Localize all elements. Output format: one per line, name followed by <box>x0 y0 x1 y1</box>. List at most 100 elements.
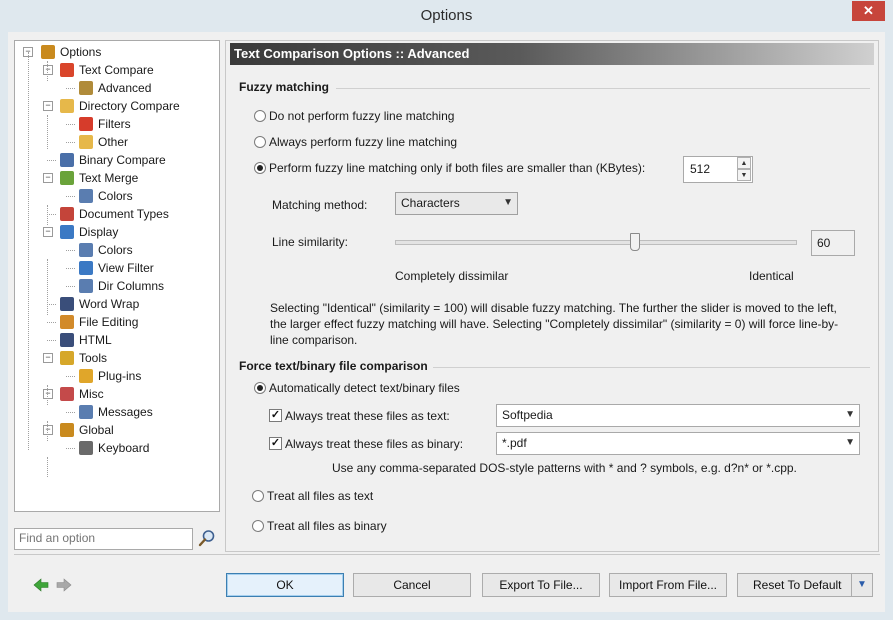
matching-method-select[interactable]: Characters ▼ <box>395 192 518 215</box>
close-button[interactable]: ✕ <box>852 1 885 21</box>
tree-item-html[interactable]: HTML <box>15 331 215 349</box>
grid-icon <box>79 189 93 203</box>
size-kb-spinner[interactable]: 512 ▲ ▼ <box>683 156 753 183</box>
title-bar[interactable]: Options ✕ <box>0 0 893 32</box>
radio-fuzzy-if-smaller[interactable] <box>254 162 266 174</box>
tree-item-text-merge[interactable]: − Text Merge <box>15 169 215 187</box>
expander-icon[interactable]: − <box>43 101 53 111</box>
tree-item-directory-compare[interactable]: − Directory Compare <box>15 97 215 115</box>
tree-item-label: Directory Compare <box>79 99 180 113</box>
radio-auto-detect-label: Automatically detect text/binary files <box>269 381 460 395</box>
word-wrap-icon <box>60 297 74 311</box>
radio-auto-detect[interactable] <box>254 382 266 394</box>
similarity-slider-thumb[interactable] <box>630 233 640 251</box>
tree-item-document-types[interactable]: Document Types <box>15 205 215 223</box>
tree-connector <box>47 340 56 341</box>
expander-icon[interactable]: − <box>43 389 53 399</box>
tree-connector <box>28 52 29 450</box>
matching-method-value: Characters <box>401 196 460 210</box>
cancel-button[interactable]: Cancel <box>353 573 471 597</box>
reset-button[interactable]: Reset To Default ▼ <box>737 573 873 597</box>
spin-up-button[interactable]: ▲ <box>737 157 751 169</box>
folder-edit-icon <box>79 135 93 149</box>
back-arrow-icon[interactable] <box>33 577 49 593</box>
columns-icon <box>79 279 93 293</box>
patterns-hint: Use any comma-separated DOS-style patter… <box>332 461 797 475</box>
tree-connector <box>47 457 48 477</box>
tree-item-misc[interactable]: − Misc <box>15 385 215 403</box>
spin-down-button[interactable]: ▼ <box>737 169 751 181</box>
chevron-down-icon[interactable]: ▼ <box>845 405 855 425</box>
tree-item-label: Messages <box>98 405 153 419</box>
import-button[interactable]: Import From File... <box>609 573 727 597</box>
tree-item-other[interactable]: Other <box>15 133 215 151</box>
tree-item-label: HTML <box>79 333 112 347</box>
tree-item-binary-compare[interactable]: Binary Compare <box>15 151 215 169</box>
chevron-down-icon[interactable]: ▼ <box>851 574 872 596</box>
forward-arrow-icon[interactable] <box>56 577 72 593</box>
similarity-slider-track[interactable] <box>395 240 797 245</box>
tree-item-label: Binary Compare <box>79 153 166 167</box>
options-window: Options ✕ − Options − Text Compare Advanced −… <box>0 0 893 620</box>
tree-item-word-wrap[interactable]: Word Wrap <box>15 295 215 313</box>
tree-connector <box>47 385 48 405</box>
similarity-value: 60 <box>811 230 855 256</box>
search-icon[interactable] <box>197 528 217 548</box>
radio-no-fuzzy[interactable] <box>254 110 266 122</box>
tree-item-text-compare[interactable]: − Text Compare <box>15 61 215 79</box>
tree-item-view-filter[interactable]: View Filter <box>15 259 215 277</box>
tree-item-messages[interactable]: Messages <box>15 403 215 421</box>
expander-icon[interactable]: − <box>43 65 53 75</box>
tree-connector <box>66 448 75 449</box>
checkbox-treat-binary[interactable]: ✓ <box>269 437 282 450</box>
text-patterns-input[interactable]: Softpedia ▼ <box>496 404 860 427</box>
tree-item-tools[interactable]: − Tools <box>15 349 215 367</box>
tree-item-label: Other <box>98 135 129 149</box>
tree-connector <box>47 214 56 215</box>
radio-all-text[interactable] <box>252 490 264 502</box>
footer-divider <box>14 554 880 555</box>
expander-icon[interactable]: − <box>43 173 53 183</box>
radio-always-fuzzy[interactable] <box>254 136 266 148</box>
tree-item-dir-columns[interactable]: Dir Columns <box>15 277 215 295</box>
ok-button[interactable]: OK <box>226 573 344 597</box>
export-button[interactable]: Export To File... <box>482 573 600 597</box>
checkbox-treat-text[interactable]: ✓ <box>269 409 282 422</box>
text-patterns-value: Softpedia <box>502 408 553 422</box>
tree-item-label: Text Merge <box>79 171 139 185</box>
tree-item-keyboard[interactable]: Keyboard <box>15 439 215 457</box>
tree-item-label: Colors <box>98 243 133 257</box>
radio-all-binary[interactable] <box>252 520 264 532</box>
tree-item-label: Global <box>79 423 114 437</box>
tree-item-colors[interactable]: Colors <box>15 187 215 205</box>
chevron-down-icon[interactable]: ▼ <box>845 433 855 453</box>
tree-item-colors[interactable]: Colors <box>15 241 215 259</box>
search-input[interactable] <box>15 529 193 547</box>
tree-item-plug-ins[interactable]: Plug-ins <box>15 367 215 385</box>
tree-item-advanced[interactable]: Advanced <box>15 79 215 97</box>
options-tree[interactable]: − Options − Text Compare Advanced − Directory … <box>14 40 220 512</box>
tree-item-display[interactable]: − Display <box>15 223 215 241</box>
tree-item-label: Filters <box>98 117 131 131</box>
radio-no-fuzzy-label: Do not perform fuzzy line matching <box>269 109 455 123</box>
tree-item-global[interactable]: − Global <box>15 421 215 439</box>
tree-item-label: View Filter <box>98 261 154 275</box>
tree-item-filters[interactable]: Filters <box>15 115 215 133</box>
tree-item-label: Plug-ins <box>98 369 142 383</box>
tree-item-file-editing[interactable]: File Editing <box>15 313 215 331</box>
expander-icon[interactable]: − <box>43 425 53 435</box>
tree-item-label: Options <box>60 45 102 59</box>
tree-connector <box>47 115 48 149</box>
tree-connector <box>66 196 75 197</box>
tree-item-options[interactable]: − Options <box>15 43 215 61</box>
tree-item-label: Colors <box>98 189 133 203</box>
tree-item-label: Dir Columns <box>98 279 165 293</box>
expander-icon[interactable]: − <box>43 353 53 363</box>
binary-patterns-input[interactable]: *.pdf ▼ <box>496 432 860 455</box>
search-box[interactable] <box>14 528 193 550</box>
section-divider <box>433 367 870 368</box>
radio-all-binary-label: Treat all files as binary <box>267 519 387 533</box>
document-types-icon <box>60 207 74 221</box>
expander-icon[interactable]: − <box>43 227 53 237</box>
reset-button-label: Reset To Default <box>753 578 842 592</box>
